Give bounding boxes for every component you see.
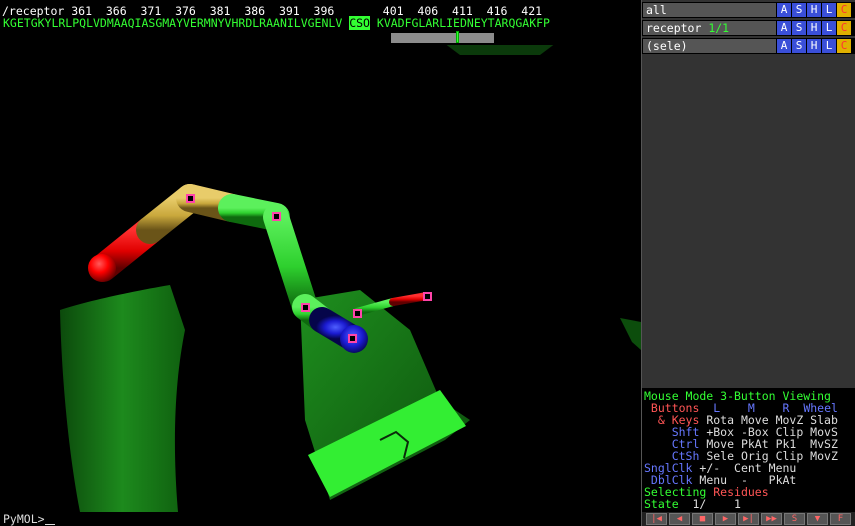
sele-marker (186, 194, 195, 203)
sequence-scrollbar[interactable] (391, 31, 494, 43)
action-button[interactable]: A (777, 21, 791, 35)
show-button[interactable]: S (792, 21, 806, 35)
label-button[interactable]: L (822, 3, 836, 17)
residues-before[interactable]: KGETGKYLRLPQLVDMAAQIASGMAYVERMNYVHRDLRAA… (3, 16, 349, 30)
label-button[interactable]: L (822, 39, 836, 53)
object-panel: all A S H L C receptor 1/1 A S H L C (se… (641, 0, 855, 526)
selected-residue[interactable]: CSO (349, 16, 370, 30)
show-button[interactable]: S (792, 39, 806, 53)
residues-after[interactable]: KVADFGLARLIEDNEYTARQGAKFP (370, 16, 550, 30)
fast-forward-button[interactable]: ▶▶ (761, 513, 782, 525)
object-row-receptor[interactable]: receptor 1/1 A S H L C (642, 20, 855, 36)
molecular-viewer[interactable]: /receptor 361 366 371 376 381 386 391 39… (0, 0, 641, 512)
color-button[interactable]: C (837, 3, 851, 17)
hide-button[interactable]: H (807, 21, 821, 35)
back-button[interactable]: ◀ (669, 513, 690, 525)
command-input[interactable] (44, 515, 55, 525)
command-prompt: PyMOL> (3, 512, 45, 526)
state-indicator: State 1/ 1 (644, 497, 741, 511)
object-row-sele[interactable]: (sele) A S H L C (642, 38, 855, 54)
oxygen-atom-end (88, 254, 116, 282)
mouse-mode-panel[interactable]: Mouse Mode 3-Button Viewing Buttons L M … (642, 388, 855, 512)
sequence-viewer[interactable]: /receptor 361 366 371 376 381 386 391 39… (0, 0, 641, 45)
sele-marker (423, 292, 432, 301)
sele-marker (348, 334, 357, 343)
action-button[interactable]: A (777, 3, 791, 17)
object-name-all[interactable]: all (643, 3, 776, 17)
object-name-sele[interactable]: (sele) (643, 39, 776, 53)
play-button[interactable]: ▶ (715, 513, 736, 525)
sele-marker (301, 303, 310, 312)
color-button[interactable]: C (837, 39, 851, 53)
object-row-all[interactable]: all A S H L C (642, 2, 855, 18)
stop-button[interactable]: ■ (692, 513, 713, 525)
menu-down-button[interactable]: ▼ (807, 513, 828, 525)
color-button[interactable]: C (837, 21, 851, 35)
show-button[interactable]: S (792, 3, 806, 17)
3d-scene[interactable] (0, 0, 641, 512)
hide-button[interactable]: H (807, 3, 821, 17)
sele-marker (353, 309, 362, 318)
object-state: 1/1 (708, 21, 730, 35)
forward-button[interactable]: ▶| (738, 513, 759, 525)
cartoon-right-edge (620, 318, 641, 350)
sequence-residues[interactable]: KGETGKYLRLPQLVDMAAQIASGMAYVERMNYVHRDLRAA… (3, 16, 550, 30)
sequence-scroll-thumb[interactable] (456, 31, 459, 43)
rewind-button[interactable]: |◀ (646, 513, 667, 525)
sele-marker (272, 212, 281, 221)
scene-button[interactable]: S (784, 513, 805, 525)
fullscreen-button[interactable]: F (830, 513, 851, 525)
cartoon-strand-left (60, 285, 185, 512)
action-button[interactable]: A (777, 39, 791, 53)
command-line[interactable]: PyMOL> (0, 512, 641, 526)
movie-controls: |◀ ◀ ■ ▶ ▶| ▶▶ S ▼ F (642, 512, 855, 526)
object-name-receptor[interactable]: receptor 1/1 (643, 21, 776, 35)
hide-button[interactable]: H (807, 39, 821, 53)
label-button[interactable]: L (822, 21, 836, 35)
